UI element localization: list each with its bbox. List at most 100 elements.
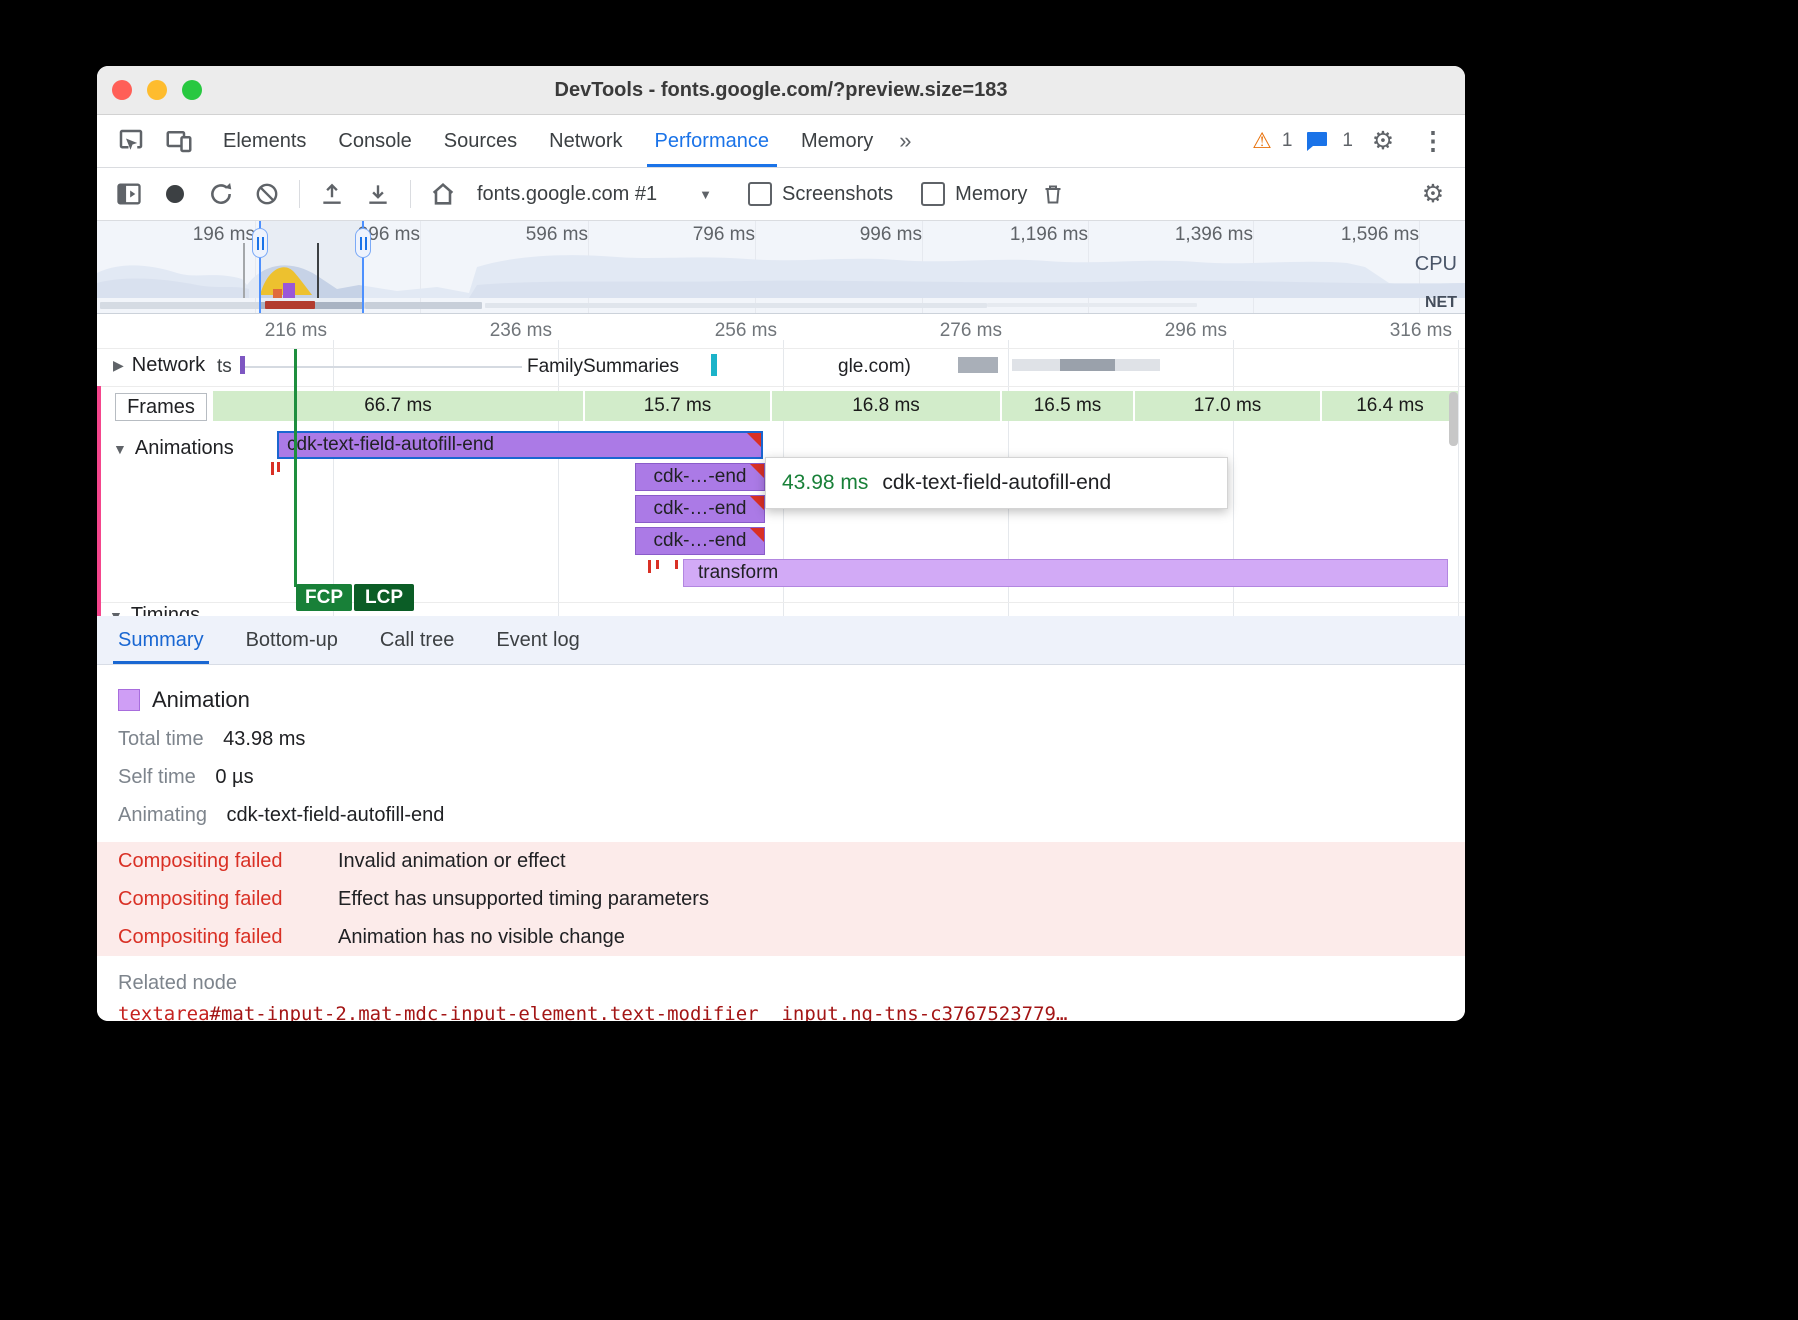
frames-track-header[interactable]: Frames (115, 393, 207, 421)
animation-bar[interactable]: cdk-…-end (635, 463, 765, 491)
transform-animation-bar[interactable]: transform (683, 559, 1448, 587)
frame-segment[interactable]: 15.7 ms (585, 391, 770, 421)
animations-track-header[interactable]: ▼ Animations (109, 436, 238, 461)
animation-bar[interactable]: cdk-…-end (635, 495, 765, 523)
save-profile-icon[interactable] (358, 174, 398, 214)
warning-corner-icon (750, 528, 764, 542)
net-label: NET (1425, 294, 1457, 312)
selection-left-handle[interactable] (252, 228, 268, 258)
expand-triangle-icon[interactable]: ▼ (113, 441, 127, 457)
summary-row: Self time 0 µs (118, 766, 1465, 789)
clear-icon[interactable] (247, 174, 287, 214)
warning-icon[interactable]: ⚠ (1252, 128, 1272, 154)
warning-corner-icon (747, 433, 761, 447)
tab-memory[interactable]: Memory (785, 115, 889, 167)
memory-checkbox-box[interactable] (921, 182, 945, 206)
track-highlight-strip (97, 386, 101, 616)
ruler-label: 256 ms (673, 320, 777, 342)
related-node-label: Related node (118, 972, 1465, 995)
tab-call-tree[interactable]: Call tree (359, 616, 475, 664)
record-icon[interactable] (155, 174, 195, 214)
network-track-header[interactable]: ▶ Network (109, 353, 209, 378)
network-request-bar[interactable] (240, 356, 245, 374)
frame-segment[interactable]: 16.4 ms (1322, 391, 1458, 421)
fcp-marker-line (294, 349, 297, 587)
tab-elements[interactable]: Elements (207, 115, 322, 167)
overview-time-label: 596 ms (478, 224, 588, 246)
timeline-overview[interactable]: 196 ms 396 ms 596 ms 796 ms 996 ms 1,196… (97, 221, 1465, 314)
selection-right-handle[interactable] (355, 228, 371, 258)
expand-triangle-icon: ▼ (109, 608, 123, 617)
screenshots-checkbox-box[interactable] (748, 182, 772, 206)
ruler-label: 296 ms (1123, 320, 1227, 342)
collect-garbage-icon[interactable] (1033, 174, 1073, 214)
ruler-label: 216 ms (223, 320, 327, 342)
home-icon[interactable] (423, 174, 463, 214)
animation-bar[interactable]: cdk-…-end (635, 527, 765, 555)
ruler-label: 236 ms (448, 320, 552, 342)
timings-track-header[interactable]: ▼ Timings (109, 604, 200, 616)
warning-corner-icon (750, 464, 764, 478)
frame-segment[interactable]: 66.7 ms (213, 391, 583, 421)
red-tick (277, 462, 280, 472)
network-request-bar[interactable] (958, 357, 998, 373)
performance-toolbar: fonts.google.com #1 ▼ Screenshots Memory… (97, 168, 1465, 221)
messages-icon[interactable] (1302, 121, 1332, 161)
net-activity-bar-red (265, 301, 315, 309)
tab-console[interactable]: Console (322, 115, 427, 167)
tab-sources[interactable]: Sources (428, 115, 533, 167)
network-request-bar[interactable] (711, 354, 717, 376)
red-tick (675, 560, 678, 569)
tooltip-duration: 43.98 ms (782, 471, 868, 495)
tab-summary[interactable]: Summary (97, 616, 225, 664)
inspect-element-icon[interactable] (111, 121, 151, 161)
tooltip-name: cdk-text-field-autofill-end (882, 471, 1111, 495)
network-request-label[interactable]: FamilySummaries (527, 356, 679, 378)
warning-row: Compositing failed Invalid animation or … (97, 842, 1465, 880)
settings-gear-icon[interactable]: ⚙ (1363, 121, 1403, 161)
page-select[interactable]: fonts.google.com #1 ▼ (469, 183, 720, 206)
red-tick (271, 462, 274, 475)
kebab-menu-icon[interactable]: ⋮ (1413, 121, 1453, 161)
lcp-badge[interactable]: LCP (354, 584, 414, 611)
compositing-warnings: Compositing failed Invalid animation or … (97, 842, 1465, 956)
ruler-label: 276 ms (898, 320, 1002, 342)
capture-settings-gear-icon[interactable]: ⚙ (1413, 174, 1453, 214)
frame-segment[interactable]: 16.5 ms (1002, 391, 1133, 421)
warning-row: Compositing failed Animation has no visi… (97, 918, 1465, 956)
network-request-label[interactable]: gle.com) (838, 356, 911, 378)
frame-segment[interactable]: 17.0 ms (1135, 391, 1320, 421)
minimize-window-button[interactable] (147, 80, 167, 100)
tab-network[interactable]: Network (533, 115, 638, 167)
red-tick (656, 560, 659, 569)
tab-event-log[interactable]: Event log (475, 616, 600, 664)
network-waterfall-line (240, 366, 522, 368)
related-node-link[interactable]: textarea#mat-input-2.mat-mdc-input-eleme… (118, 1003, 1465, 1021)
toggle-sidebar-icon[interactable] (109, 174, 149, 214)
reload-and-record-icon[interactable] (201, 174, 241, 214)
animation-bar-main[interactable]: cdk-text-field-autofill-end (277, 431, 763, 459)
screenshots-checkbox[interactable]: Screenshots (748, 182, 893, 206)
overview-time-label: 996 ms (812, 224, 922, 246)
frame-segment[interactable]: 16.8 ms (772, 391, 1000, 421)
summary-category: Animation (152, 687, 250, 713)
window-title: DevTools - fonts.google.com/?preview.siz… (555, 79, 1008, 102)
load-profile-icon[interactable] (312, 174, 352, 214)
overview-time-label: 796 ms (645, 224, 755, 246)
memory-checkbox[interactable]: Memory (921, 182, 1027, 206)
tab-performance[interactable]: Performance (639, 115, 786, 167)
vertical-scrollbar[interactable] (1449, 392, 1458, 446)
zoom-window-button[interactable] (182, 80, 202, 100)
summary-pane: Animation Total time 43.98 ms Self time … (97, 665, 1465, 1021)
summary-row: Total time 43.98 ms (118, 728, 1465, 751)
fcp-badge[interactable]: FCP (296, 584, 352, 611)
ruler-label: 316 ms (1348, 320, 1452, 342)
device-toolbar-icon[interactable] (159, 121, 199, 161)
more-tabs-icon[interactable]: » (889, 115, 919, 167)
traffic-lights (112, 80, 202, 100)
tab-bottom-up[interactable]: Bottom-up (225, 616, 359, 664)
collapse-triangle-icon[interactable]: ▶ (113, 357, 124, 374)
warning-row: Compositing failed Effect has unsupporte… (97, 880, 1465, 918)
flame-chart[interactable]: 216 ms 236 ms 256 ms 276 ms 296 ms 316 m… (97, 314, 1465, 616)
close-window-button[interactable] (112, 80, 132, 100)
